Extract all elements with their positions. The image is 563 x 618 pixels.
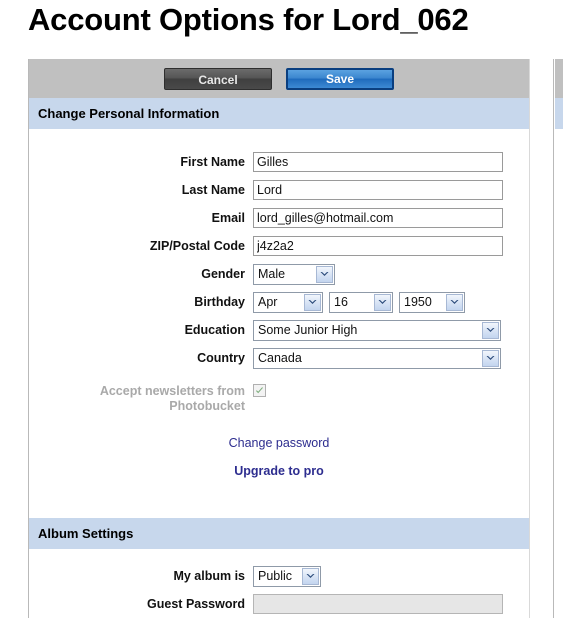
last-name-input[interactable] (253, 180, 503, 200)
first-name-field-wrap (253, 152, 503, 172)
education-label: Education (184, 323, 245, 337)
gender-select[interactable]: Male (253, 263, 335, 285)
country-field-wrap: Canada (253, 347, 501, 369)
zip-input[interactable] (253, 236, 503, 256)
birthday-month-select[interactable]: Apr (253, 291, 323, 313)
email-input[interactable] (253, 208, 503, 228)
birthday-day-select[interactable]: 16 (329, 291, 393, 313)
field-row-first-name: First Name (29, 151, 529, 173)
upgrade-to-pro-row: Upgrade to pro (29, 464, 529, 478)
field-row-zip: ZIP/Postal Code (29, 235, 529, 257)
album-visibility-select[interactable]: Public (253, 565, 321, 587)
field-row-birthday: Birthday Apr 16 1950 (29, 291, 529, 313)
chevron-down-icon (316, 265, 333, 283)
field-row-education: Education Some Junior High (29, 319, 529, 341)
sliver-section-header (555, 98, 563, 129)
birthday-field-wrap: Apr 16 1950 (253, 291, 465, 313)
birthday-month-value: Apr (258, 295, 278, 309)
zip-label: ZIP/Postal Code (149, 239, 245, 253)
newsletter-checkbox[interactable] (253, 384, 266, 397)
change-password-row: Change password (29, 436, 529, 450)
section-header-personal-information: Change Personal Information (29, 98, 529, 129)
chevron-down-icon (482, 349, 499, 367)
gender-field-wrap: Male (253, 263, 335, 285)
section-header-album-settings: Album Settings (29, 518, 529, 549)
guest-password-input[interactable] (253, 594, 503, 614)
chevron-down-icon (374, 293, 391, 311)
email-field-wrap (253, 208, 503, 228)
last-name-label: Last Name (181, 183, 245, 197)
birthday-label: Birthday (194, 295, 245, 309)
newsletter-field-wrap (253, 383, 266, 397)
field-row-email: Email (29, 207, 529, 229)
save-button[interactable]: Save (286, 67, 394, 90)
guest-password-field-wrap (253, 594, 503, 614)
field-row-last-name: Last Name (29, 179, 529, 201)
adjacent-panel-sliver (553, 59, 563, 618)
check-icon (255, 386, 264, 395)
email-label: Email (211, 211, 245, 225)
birthday-day-value: 16 (334, 295, 348, 309)
album-visibility-value: Public (258, 569, 293, 583)
birthday-year-select[interactable]: 1950 (399, 291, 465, 313)
country-label: Country (197, 351, 245, 365)
newsletter-label: Accept newsletters from Photobucket (99, 384, 245, 413)
album-visibility-field-wrap: Public (253, 565, 321, 587)
cancel-button[interactable]: Cancel (164, 67, 272, 90)
album-settings-form: My album is Public Guest Password (29, 549, 529, 615)
chevron-down-icon (482, 321, 499, 339)
gender-select-value: Male (258, 267, 286, 281)
zip-field-wrap (253, 236, 503, 256)
action-toolbar: Cancel Save (29, 59, 529, 98)
field-row-newsletter: Accept newsletters from Photobucket (29, 383, 529, 414)
page-title: Account Options for Lord_062 (28, 2, 469, 37)
country-select[interactable]: Canada (253, 347, 501, 369)
field-row-gender: Gender Male (29, 263, 529, 285)
field-row-guest-password: Guest Password (29, 593, 529, 615)
field-row-album-visibility: My album is Public (29, 565, 529, 587)
first-name-input[interactable] (253, 152, 503, 172)
education-select[interactable]: Some Junior High (253, 319, 501, 341)
gender-label: Gender (201, 267, 245, 281)
chevron-down-icon (302, 567, 319, 585)
personal-information-form: First Name Last Name Email ZIP/Postal Co… (29, 129, 529, 518)
education-field-wrap: Some Junior High (253, 319, 501, 341)
field-row-country: Country Canada (29, 347, 529, 369)
guest-password-label: Guest Password (147, 597, 245, 611)
account-options-panel: Cancel Save Change Personal Information … (28, 59, 530, 618)
upgrade-to-pro-link[interactable]: Upgrade to pro (234, 464, 324, 478)
birthday-year-value: 1950 (404, 295, 432, 309)
last-name-field-wrap (253, 180, 503, 200)
chevron-down-icon (304, 293, 321, 311)
education-select-value: Some Junior High (258, 323, 358, 337)
change-password-link[interactable]: Change password (229, 436, 330, 450)
country-select-value: Canada (258, 351, 302, 365)
album-visibility-label: My album is (173, 569, 245, 583)
page-root: Account Options for Lord_062 Cancel Save… (0, 0, 563, 618)
first-name-label: First Name (180, 155, 245, 169)
chevron-down-icon (446, 293, 463, 311)
sliver-toolbar (555, 59, 563, 98)
